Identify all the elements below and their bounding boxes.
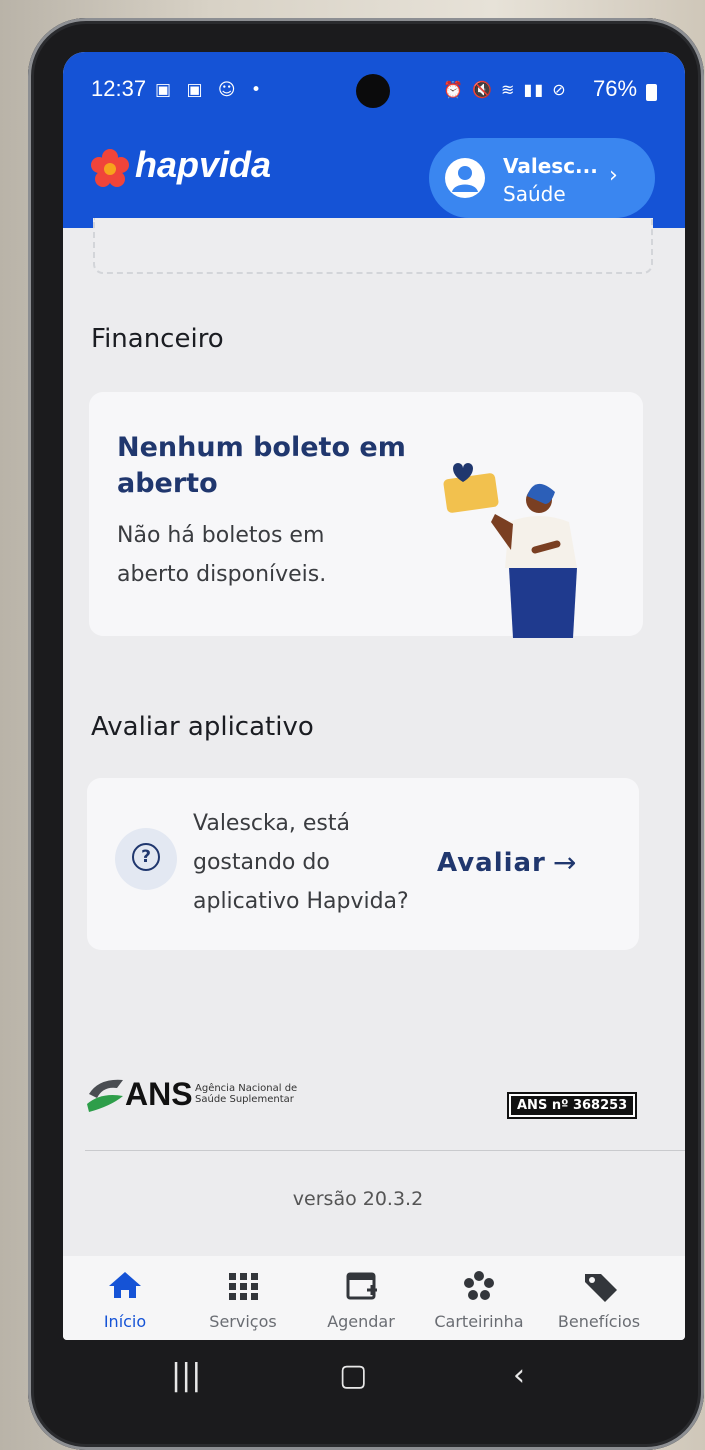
- nav-item-agendar[interactable]: Agendar: [299, 1256, 423, 1340]
- flower-logo-icon: [91, 149, 129, 187]
- profile-plan: Saúde: [503, 182, 566, 206]
- home-button[interactable]: ▢: [339, 1358, 367, 1393]
- battery-icon: [646, 84, 657, 101]
- battery-level: 76%: [593, 76, 638, 101]
- ans-mark-icon: [87, 1079, 123, 1112]
- app-version: versão 20.3.2: [292, 1188, 424, 1210]
- nav-item-servicos[interactable]: Serviços: [181, 1256, 305, 1340]
- recent-apps-button[interactable]: |||: [171, 1358, 201, 1393]
- ans-full-name: Agência Nacional de Saúde Suplementar: [195, 1083, 298, 1105]
- rate-app-card[interactable]: ? Valescka, está gostando do aplicativo …: [87, 778, 639, 950]
- profile-name: Valesc...: [503, 154, 598, 178]
- tag-icon: [585, 1274, 617, 1302]
- arrow-right-icon[interactable]: →: [553, 846, 576, 879]
- nav-label-carteirinha: Carteirinha: [434, 1312, 524, 1331]
- boleto-card: Nenhum boleto em aberto Não há boletos e…: [89, 392, 643, 638]
- ans-logo: ANS Agência Nacional de Saúde Suplementa…: [85, 1074, 297, 1120]
- nav-label-inicio: Início: [103, 1312, 147, 1331]
- system-navigation-bar: ||| ▢ ‹: [63, 1340, 685, 1424]
- boleto-card-description: Não há boletos em aberto disponíveis.: [117, 523, 327, 587]
- nav-item-beneficios[interactable]: Benefícios: [537, 1256, 661, 1340]
- grid-icon: [229, 1273, 258, 1300]
- user-icon: [452, 166, 478, 192]
- nav-label-beneficios: Benefícios: [557, 1312, 641, 1331]
- woman-calendar-illustration: [443, 463, 577, 638]
- system-status-icons: ⏰ 🔇 ≋ ▮▮ ⊘: [443, 80, 568, 99]
- avatar: [445, 158, 485, 198]
- rate-app-link[interactable]: Avaliar: [437, 848, 546, 878]
- ans-abbr: ANS: [125, 1076, 193, 1112]
- avaliar-heading: Avaliar aplicativo: [91, 712, 314, 742]
- notification-icons: ▣ ▣ ☺ •: [155, 80, 267, 100]
- calendar-add-icon: [346, 1272, 377, 1300]
- question-mark-icon: ?: [132, 843, 160, 871]
- nav-item-inicio[interactable]: Início: [63, 1256, 187, 1340]
- card-flower-icon: [464, 1271, 494, 1300]
- nav-item-carteirinha[interactable]: Carteirinha: [417, 1256, 541, 1340]
- status-time: 12:37: [91, 76, 147, 101]
- chevron-right-icon: ›: [609, 163, 618, 188]
- app-screen: 12:37 ▣ ▣ ☺ • ⏰ 🔇 ≋ ▮▮ ⊘ 76% hapvida Val…: [63, 52, 685, 1340]
- profile-switcher-button[interactable]: Valesc... Saúde ›: [429, 138, 655, 218]
- rate-app-question: Valescka, está gostando do aplicativo Ha…: [193, 811, 409, 914]
- nav-label-agendar: Agendar: [327, 1312, 395, 1331]
- front-camera: [356, 74, 390, 108]
- back-button[interactable]: ‹: [513, 1358, 525, 1393]
- ans-registration-badge: ANS nº 368253: [506, 1092, 638, 1119]
- nav-label-servicos: Serviços: [209, 1312, 277, 1331]
- status-bar: 12:37 ▣ ▣ ☺ • ⏰ 🔇 ≋ ▮▮ ⊘ 76%: [63, 74, 685, 114]
- brand-name: hapvida: [135, 144, 272, 185]
- boleto-card-title: Nenhum boleto em aberto: [117, 432, 406, 499]
- previous-card-edge: [93, 218, 653, 274]
- app-header: 12:37 ▣ ▣ ☺ • ⏰ 🔇 ≋ ▮▮ ⊘ 76% hapvida Val…: [63, 52, 685, 228]
- financeiro-heading: Financeiro: [91, 324, 224, 354]
- help-circle: ?: [115, 828, 177, 890]
- home-icon: [109, 1272, 141, 1298]
- footer-divider: [85, 1150, 685, 1151]
- bottom-navigation: Início Serviços Agendar Carteirinha Bene…: [63, 1256, 685, 1340]
